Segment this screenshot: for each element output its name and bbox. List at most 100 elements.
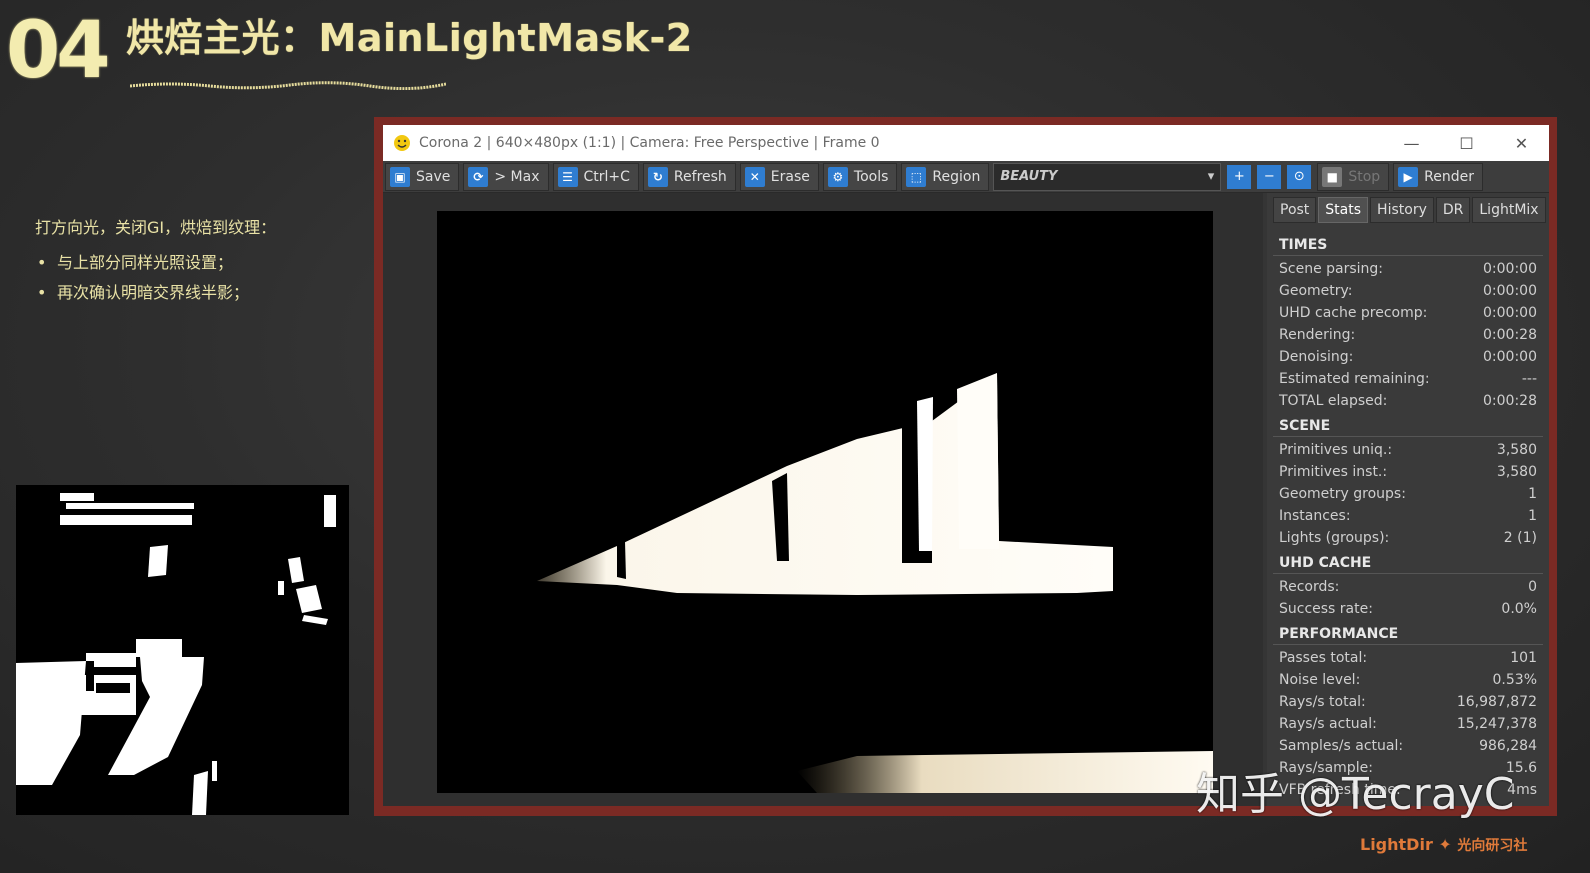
- refresh-button[interactable]: ↻ Refresh: [642, 162, 736, 191]
- stat-row: Denoising: 0:00:00: [1273, 346, 1543, 368]
- stat-row: Estimated remaining: ---: [1273, 368, 1543, 390]
- stat-value: 0:00:00: [1483, 305, 1537, 321]
- stat-value: 1: [1528, 508, 1537, 524]
- stat-row: Noise level: 0.53%: [1273, 669, 1543, 691]
- stat-label: Rays/s actual:: [1279, 716, 1377, 732]
- save-button[interactable]: ▣ Save: [385, 162, 460, 191]
- vfb-toolbar: ▣ Save ⟳ > Max ☰ Ctrl+C ↻ Refresh ✕ Eras…: [383, 161, 1549, 193]
- stat-value: 0:00:28: [1483, 327, 1537, 343]
- region-icon: ⬚: [906, 166, 927, 187]
- minimize-button[interactable]: —: [1384, 125, 1439, 161]
- lightdir-logo: LightDir ✦ 光向研习社: [1360, 835, 1527, 855]
- corona-smiley-icon: [394, 135, 410, 151]
- render-image: [437, 211, 1213, 793]
- zoom-out-button[interactable]: −: [1257, 164, 1282, 189]
- erase-label: Erase: [770, 168, 810, 185]
- gear-icon: ⚙: [827, 166, 848, 187]
- stat-row: Rendering: 0:00:28: [1273, 324, 1543, 346]
- tab-lightmix[interactable]: LightMix: [1472, 197, 1546, 223]
- close-button[interactable]: ✕: [1494, 125, 1549, 161]
- tab-stats[interactable]: Stats: [1318, 197, 1369, 223]
- render-label: Render: [1424, 168, 1474, 185]
- stat-value: 986,284: [1479, 738, 1537, 754]
- baked-texture-image: [16, 485, 349, 815]
- stat-value: 2 (1): [1503, 530, 1537, 546]
- stat-label: Geometry groups:: [1279, 486, 1406, 502]
- notes-intro: 打方向光，关闭GI，烘焙到纹理：: [35, 218, 277, 237]
- erase-button[interactable]: ✕ Erase: [739, 162, 819, 191]
- stat-row: TOTAL elapsed: 0:00:28: [1273, 390, 1543, 412]
- window-controls: — ☐ ✕: [1384, 125, 1549, 161]
- stat-value: 0:00:00: [1483, 261, 1537, 277]
- render-button[interactable]: ▶ Render: [1393, 162, 1483, 191]
- render-canvas-area[interactable]: [383, 193, 1263, 806]
- slide-number: 04: [6, 6, 111, 96]
- chevron-down-icon: ▾: [1207, 169, 1215, 184]
- stop-button[interactable]: ■ Stop: [1317, 162, 1390, 191]
- corona-vfb-window: Corona 2 | 640×480px (1:1) | Camera: Fre…: [383, 125, 1549, 806]
- window-titlebar[interactable]: Corona 2 | 640×480px (1:1) | Camera: Fre…: [383, 125, 1549, 161]
- copy-button[interactable]: ☰ Ctrl+C: [552, 162, 639, 191]
- stat-label: Instances:: [1279, 508, 1351, 524]
- stat-row: Success rate: 0.0%: [1273, 598, 1543, 620]
- copy-label: Ctrl+C: [583, 168, 630, 185]
- stat-row: Primitives inst.: 3,580: [1273, 461, 1543, 483]
- max-icon: ⟳: [468, 166, 489, 187]
- logo-brand: LightDir: [1360, 835, 1433, 854]
- zoom-in-icon: +: [1233, 169, 1245, 184]
- to-max-label: > Max: [494, 168, 540, 185]
- stat-label: TOTAL elapsed:: [1279, 393, 1388, 409]
- tools-button[interactable]: ⚙ Tools: [822, 162, 898, 191]
- stat-row: UHD cache precomp: 0:00:00: [1273, 302, 1543, 324]
- stat-value: 15,247,378: [1456, 716, 1537, 732]
- zoom-fit-button[interactable]: ⊙: [1287, 164, 1312, 189]
- window-title: Corona 2 | 640×480px (1:1) | Camera: Fre…: [419, 135, 880, 151]
- zoom-in-button[interactable]: +: [1227, 164, 1252, 189]
- erase-icon: ✕: [744, 166, 765, 187]
- stat-row: Rays/s actual: 15,247,378: [1273, 713, 1543, 735]
- section-title: UHD CACHE: [1273, 551, 1543, 574]
- tab-post[interactable]: Post: [1273, 197, 1317, 223]
- stat-value: 0: [1528, 579, 1537, 595]
- title-underline: [130, 81, 446, 90]
- tab-dr[interactable]: DR: [1435, 197, 1471, 223]
- stat-row: Primitives uniq.: 3,580: [1273, 439, 1543, 461]
- bullet-text: 再次确认明暗交界线半影；: [57, 283, 250, 302]
- region-button[interactable]: ⬚ Region: [901, 162, 990, 191]
- stat-label: Success rate:: [1279, 601, 1373, 617]
- stat-value: ---: [1521, 371, 1537, 387]
- stat-value: 16,987,872: [1456, 694, 1537, 710]
- zoom-out-icon: −: [1263, 169, 1275, 184]
- list-item: • 与上部分同样光照设置；: [35, 248, 365, 278]
- stat-label: UHD cache precomp:: [1279, 305, 1428, 321]
- stat-row: Instances: 1: [1273, 505, 1543, 527]
- refresh-icon: ↻: [647, 166, 668, 187]
- uhd-cache-section: UHD CACHE Records: 0 Success rate: 0.0%: [1273, 551, 1543, 620]
- stat-label: Denoising:: [1279, 349, 1354, 365]
- refresh-label: Refresh: [673, 168, 727, 185]
- stat-value: 0.53%: [1492, 672, 1537, 688]
- stat-label: Estimated remaining:: [1279, 371, 1430, 387]
- stat-value: 0:00:00: [1483, 283, 1537, 299]
- stat-label: Rays/s total:: [1279, 694, 1366, 710]
- tab-history[interactable]: History: [1370, 197, 1434, 223]
- channel-select[interactable]: BEAUTY ▾: [993, 162, 1222, 191]
- play-icon: ▶: [1398, 166, 1419, 187]
- logo-star-icon: ✦: [1438, 835, 1452, 854]
- stat-label: Primitives uniq.:: [1279, 442, 1393, 458]
- stat-value: 1: [1528, 486, 1537, 502]
- stat-label: Scene parsing:: [1279, 261, 1384, 277]
- maximize-button[interactable]: ☐: [1439, 125, 1494, 161]
- stat-label: Geometry:: [1279, 283, 1353, 299]
- stat-row: Passes total: 101: [1273, 647, 1543, 669]
- stat-value: 0:00:00: [1483, 349, 1537, 365]
- stat-row: Geometry: 0:00:00: [1273, 280, 1543, 302]
- stats-panel: Post Stats History DR LightMix TIMES Sce…: [1267, 193, 1549, 806]
- to-max-button[interactable]: ⟳ > Max: [463, 162, 549, 191]
- stop-icon: ■: [1322, 166, 1343, 187]
- stop-label: Stop: [1348, 168, 1381, 185]
- stat-value: 0.0%: [1501, 601, 1537, 617]
- zoom-fit-icon: ⊙: [1293, 169, 1305, 184]
- stat-value: 3,580: [1496, 442, 1537, 458]
- section-title: PERFORMANCE: [1273, 622, 1543, 645]
